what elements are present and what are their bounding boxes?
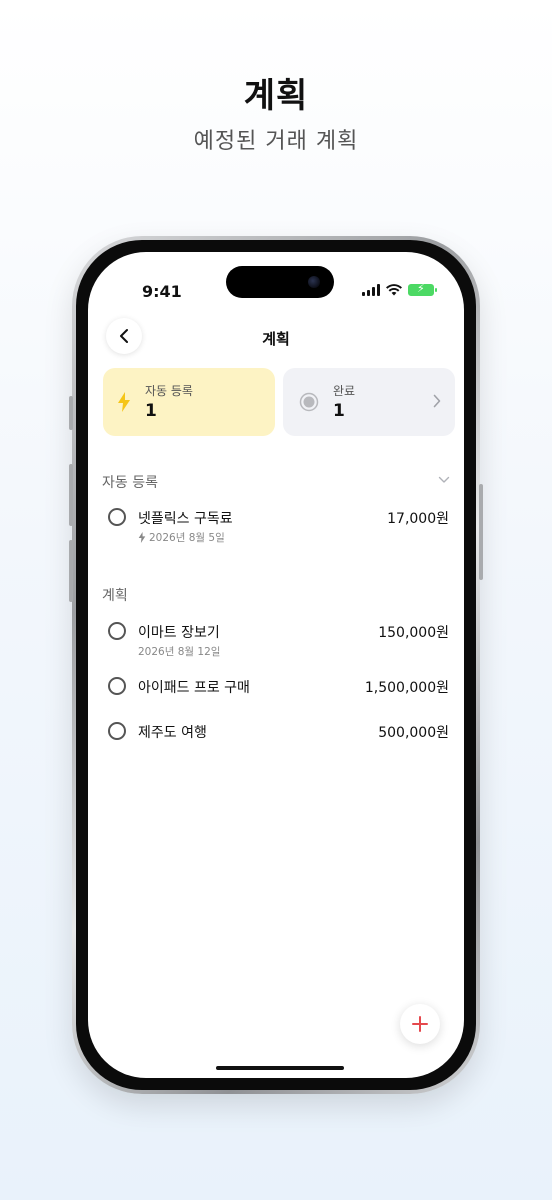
list-item[interactable]: 아이패드 프로 구매 1,500,000원 — [88, 675, 464, 719]
power-button — [479, 484, 483, 580]
item-date: 2026년 8월 12일 — [138, 644, 220, 659]
auto-card-label: 자동 등록 — [145, 384, 193, 398]
item-amount: 17,000원 — [387, 511, 449, 527]
list-item[interactable]: 넷플릭스 구독료 2026년 8월 5일 17,000원 — [88, 506, 464, 550]
auto-register-card[interactable]: 자동 등록 1 — [103, 368, 275, 436]
chevron-right-icon — [433, 394, 441, 408]
list-item[interactable]: 이마트 장보기 2026년 8월 12일 150,000원 — [88, 620, 464, 664]
item-amount: 1,500,000원 — [364, 680, 449, 696]
item-date-text: 2026년 8월 12일 — [138, 646, 221, 658]
phone-bezel: 9:41 ⚡ 계획 자동 등록 1 완료 1 자동 등록 넷플릭스 구독료 20… — [76, 240, 476, 1090]
bolt-icon — [138, 532, 146, 543]
home-indicator — [216, 1066, 344, 1070]
done-card-label: 완료 — [333, 384, 356, 398]
item-title: 이마트 장보기 — [138, 625, 220, 641]
radio-icon — [299, 392, 319, 412]
volume-down-button — [69, 540, 73, 602]
section-header-auto: 자동 등록 — [102, 475, 158, 491]
wifi-icon — [386, 284, 402, 296]
phone-frame: 9:41 ⚡ 계획 자동 등록 1 완료 1 자동 등록 넷플릭스 구독료 20… — [69, 236, 483, 1094]
status-icons: ⚡ — [362, 282, 437, 296]
checkbox-circle[interactable] — [108, 677, 126, 695]
volume-up-button — [69, 464, 73, 526]
plus-icon — [412, 1016, 428, 1032]
auto-card-count: 1 — [145, 401, 157, 421]
checkbox-circle[interactable] — [108, 722, 126, 740]
item-title: 제주도 여행 — [138, 725, 207, 741]
item-title: 넷플릭스 구독료 — [138, 511, 233, 527]
item-amount: 150,000원 — [378, 625, 449, 641]
item-date-text: 2026년 8월 5일 — [149, 532, 225, 544]
page-title: 계획 — [262, 330, 290, 348]
done-card-count: 1 — [333, 401, 345, 421]
bolt-icon — [118, 392, 130, 412]
checkbox-circle[interactable] — [108, 508, 126, 526]
chevron-down-icon[interactable] — [438, 476, 450, 484]
promo-title: 계획 — [243, 76, 309, 116]
dynamic-island — [226, 266, 334, 298]
add-plan-button[interactable] — [400, 1004, 440, 1044]
action-button — [69, 396, 73, 430]
battery-icon: ⚡ — [408, 282, 437, 296]
completed-card[interactable]: 완료 1 — [283, 368, 455, 436]
phone-screen: 9:41 ⚡ 계획 자동 등록 1 완료 1 자동 등록 넷플릭스 구독료 20… — [88, 252, 464, 1078]
item-date: 2026년 8월 5일 — [138, 530, 225, 545]
camera-icon — [308, 276, 320, 288]
checkbox-circle[interactable] — [108, 622, 126, 640]
promo-subtitle: 예정된 거래 계획 — [193, 129, 359, 154]
list-item[interactable]: 제주도 여행 500,000원 — [88, 720, 464, 764]
status-time: 9:41 — [142, 282, 182, 301]
item-title: 아이패드 프로 구매 — [138, 680, 250, 696]
item-amount: 500,000원 — [378, 725, 449, 741]
signal-icon — [362, 284, 380, 296]
section-header-plan: 계획 — [102, 588, 128, 604]
